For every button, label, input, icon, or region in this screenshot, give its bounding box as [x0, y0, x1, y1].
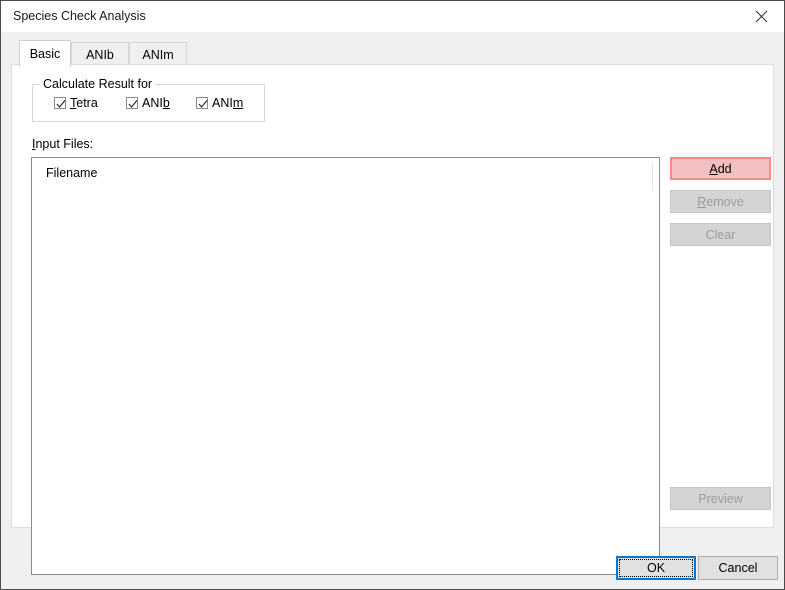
clear-button-label: Clear: [705, 227, 736, 242]
groupbox-legend: Calculate Result for: [40, 77, 156, 91]
tab-anib-label: ANIb: [86, 47, 114, 62]
tab-anim-label: ANIm: [142, 47, 174, 62]
checkbox-anim-mnemonic: m: [232, 96, 244, 110]
checkbox-tetra-label: Tetra: [70, 96, 98, 110]
title-bar: Species Check Analysis: [1, 1, 784, 33]
input-files-listbox[interactable]: Filename: [31, 157, 660, 575]
checkbox-tetra-box[interactable]: [54, 97, 66, 109]
tab-content-panel: Calculate Result for Tetra ANIb ANIm Inp…: [11, 64, 774, 575]
clear-button[interactable]: Clear: [670, 223, 771, 246]
add-button-label: Add: [709, 162, 731, 176]
window-title: Species Check Analysis: [13, 9, 146, 23]
preview-button-label: Preview: [698, 491, 743, 506]
column-header-filename[interactable]: Filename: [46, 166, 97, 180]
column-divider[interactable]: [652, 163, 653, 191]
listbox-header: Filename: [32, 158, 659, 191]
checkbox-anim[interactable]: ANIm: [196, 93, 243, 113]
dialog-window: Species Check Analysis Basic ANIb ANIm C…: [0, 0, 785, 590]
ok-button-label: OK: [646, 561, 666, 575]
checkbox-anim-text: ANI: [212, 96, 233, 110]
checkbox-anib-text: ANI: [142, 96, 163, 110]
remove-button-text: emove: [706, 194, 744, 209]
checkbox-tetra-text: etra: [76, 96, 98, 110]
tab-basic-label: Basic: [29, 47, 61, 61]
cancel-button[interactable]: Cancel: [698, 556, 778, 580]
checkbox-anib-mnemonic: b: [162, 96, 170, 110]
input-files-label: Input Files:: [32, 137, 93, 151]
ok-button[interactable]: OK: [616, 556, 696, 580]
tab-strip: Basic ANIb ANIm: [1, 32, 784, 67]
add-button-text: dd: [717, 161, 732, 176]
cancel-button-label: Cancel: [718, 561, 758, 575]
checkbox-row: Tetra ANIb ANIm: [32, 93, 265, 115]
input-files-text: nput Files:: [35, 137, 94, 151]
checkbox-anim-label: ANIm: [212, 96, 243, 110]
checkbox-anib-box[interactable]: [126, 97, 138, 109]
checkbox-anib-label: ANIb: [142, 96, 170, 110]
remove-button[interactable]: Remove: [670, 190, 771, 213]
checkbox-anib[interactable]: ANIb: [126, 93, 170, 113]
remove-button-label: Remove: [697, 195, 744, 209]
tab-anib[interactable]: ANIb: [71, 42, 129, 66]
remove-button-mnemonic: R: [697, 194, 707, 209]
preview-button[interactable]: Preview: [670, 487, 771, 510]
close-icon[interactable]: [738, 1, 784, 31]
checkbox-tetra[interactable]: Tetra: [54, 93, 98, 113]
tab-basic[interactable]: Basic: [19, 40, 71, 67]
add-button-mnemonic: A: [709, 161, 718, 176]
add-button[interactable]: Add: [670, 157, 771, 180]
tab-anim[interactable]: ANIm: [129, 42, 187, 66]
checkbox-anim-box[interactable]: [196, 97, 208, 109]
